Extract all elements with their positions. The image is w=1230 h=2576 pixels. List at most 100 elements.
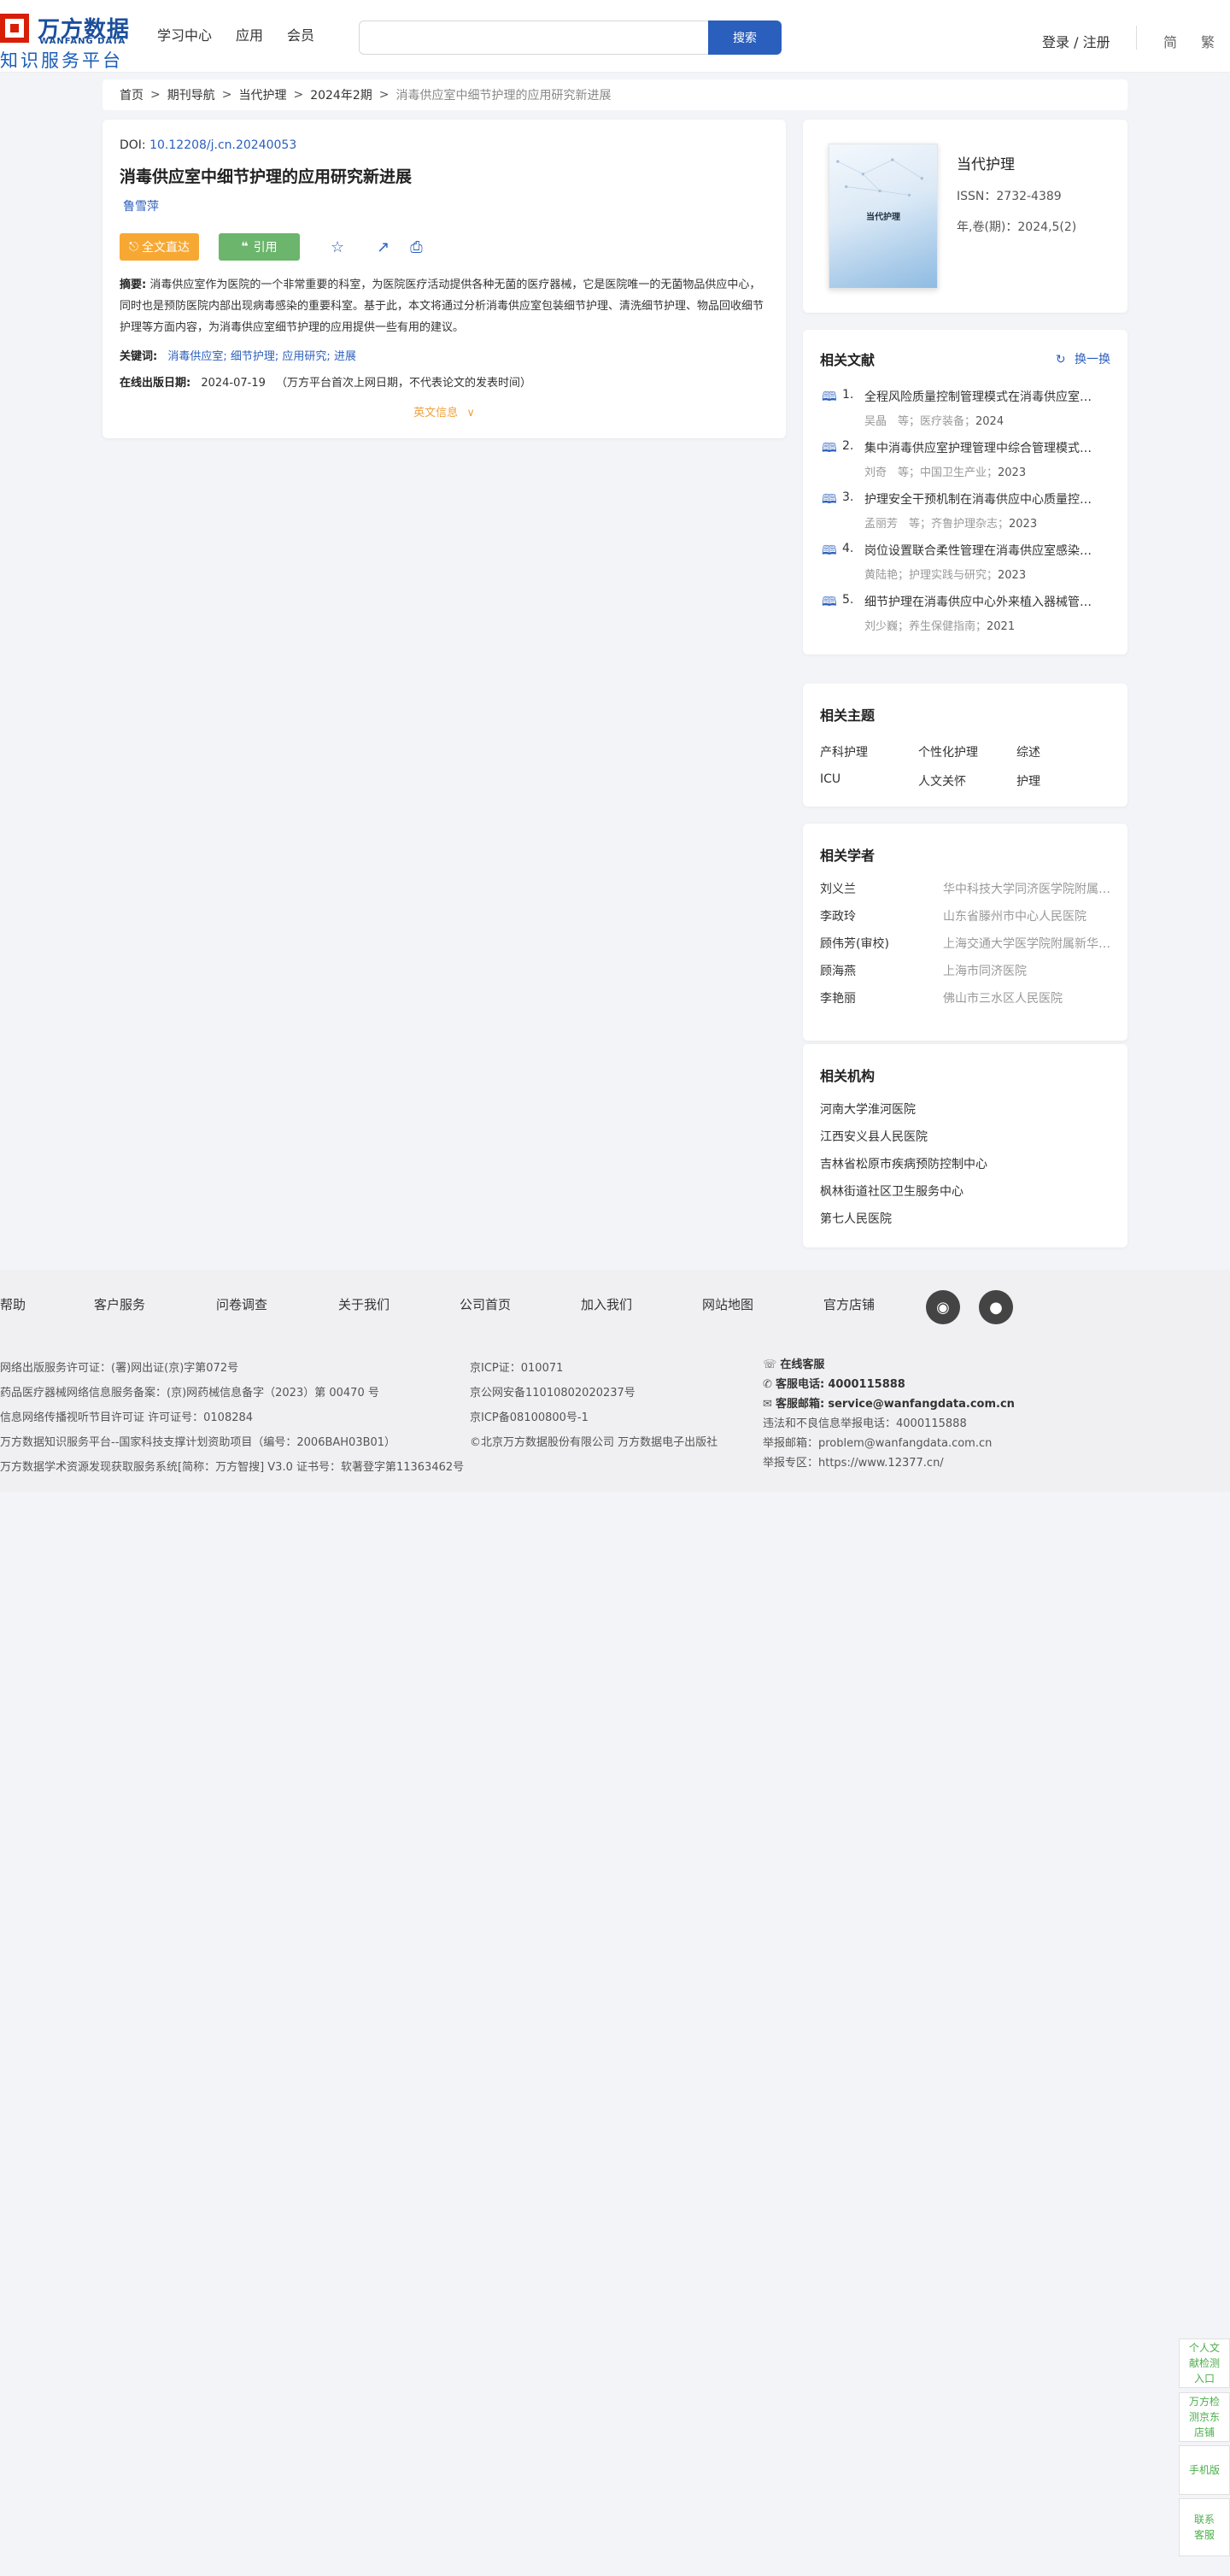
nav-learning-center[interactable]: 学习中心 [157, 24, 212, 44]
org-link[interactable]: 河南大学淮河医院 [820, 1100, 1110, 1128]
nav-membership[interactable]: 会员 [287, 24, 314, 44]
scholar-name[interactable]: 李艳丽 [820, 989, 943, 1017]
breadcrumb-separator: > [221, 88, 232, 102]
email-value[interactable]: service@wanfangdata.com.cn [828, 1398, 1015, 1411]
journal-name[interactable]: 当代护理 [957, 152, 1076, 173]
icp-line: ©北京万方数据股份有限公司 万方数据电子出版社 [470, 1436, 718, 1449]
ref-meta: 孟丽芳 等；齐鲁护理杂志；2023 [864, 514, 1110, 531]
footer-link-about[interactable]: 关于我们 [338, 1295, 460, 1313]
report-line[interactable]: 举报专区：https://www.12377.cn/ [763, 1453, 1015, 1473]
footer-link-company[interactable]: 公司首页 [460, 1295, 581, 1313]
list-item[interactable]: 🕮 3. 护理安全干预机制在消毒供应中心质量控制中的应用效果 孟丽芳 等；齐鲁护… [820, 490, 1110, 542]
list-item[interactable]: 🕮 2. 集中消毒供应室护理管理中综合管理模式的应用价值分析 刘奇 等；中国卫生… [820, 439, 1110, 490]
footer-link-store[interactable]: 官方店铺 [823, 1295, 909, 1313]
search-button[interactable]: 搜索 [708, 21, 782, 55]
lang-traditional[interactable]: 繁 [1201, 31, 1215, 51]
article-actions: ⎋ 全文直达 ❝ 引用 ☆ ↗ ⎙ [120, 233, 769, 261]
topic-link[interactable]: 护理 [1016, 772, 1115, 789]
keyword-link[interactable]: 细节护理; [231, 350, 278, 363]
swap-button[interactable]: ↻ 换一换 [1056, 350, 1110, 367]
email-line: ✉ 客服邮箱: service@wanfangdata.com.cn [763, 1394, 1015, 1414]
org-link[interactable]: 第七人民医院 [820, 1210, 1110, 1237]
list-item[interactable]: 🕮 5. 细节护理在消毒供应中心外来植入器械管理中的应用 刘少巍；养生保健指南；… [820, 593, 1110, 644]
float-contact[interactable]: 联系客服 [1179, 2498, 1230, 2556]
icp-line[interactable]: 京ICP证：010071 [470, 1356, 718, 1381]
topic-link[interactable]: 人文关怀 [918, 772, 1016, 789]
book-icon: 🕮 [822, 594, 837, 609]
doi-line: DOI: 10.12208/j.cn.20240053 [120, 138, 769, 152]
related-topics-card: 相关主题 产科护理 个性化护理 综述 ICU 人文关怀 护理 [803, 684, 1128, 807]
english-info-toggle[interactable]: 英文信息 ∨ [120, 403, 769, 420]
search-input[interactable] [360, 21, 709, 54]
keyword-link[interactable]: 消毒供应室; [167, 350, 226, 363]
online-service-link[interactable]: ☏ 在线客服 [763, 1355, 1015, 1375]
ref-source: 刘奇 等；中国卫生产业； [864, 466, 999, 479]
org-link[interactable]: 枫林街道社区卫生服务中心 [820, 1182, 1110, 1210]
breadcrumb-home[interactable]: 首页 [120, 86, 144, 103]
cover-title: 当代护理 [866, 213, 900, 222]
org-link[interactable]: 吉林省松原市疾病预防控制中心 [820, 1155, 1110, 1182]
keyword-link[interactable]: 进展 [334, 350, 356, 363]
keyword-link[interactable]: 应用研究; [282, 350, 330, 363]
ref-title[interactable]: 护理安全干预机制在消毒供应中心质量控制中的应用效果 [864, 490, 1102, 508]
print-icon[interactable]: ⎙ [410, 238, 422, 256]
fulltext-button[interactable]: ⎋ 全文直达 [120, 233, 199, 261]
nav-apps[interactable]: 应用 [236, 24, 263, 44]
logo-english: WANFANG DATA [39, 37, 126, 46]
scholar-name[interactable]: 顾伟芳(审校) [820, 935, 943, 962]
ref-title[interactable]: 全程风险质量控制管理模式在消毒供应室中的应用研究 [864, 388, 1102, 405]
author-link[interactable]: 鲁雪萍 [120, 197, 769, 214]
pubdate-value: 2024-07-19 [201, 377, 266, 390]
icp-line[interactable]: 京ICP备08100800号-1 [470, 1405, 718, 1430]
related-orgs-card: 相关机构 河南大学淮河医院 江西安义县人民医院 吉林省松原市疾病预防控制中心 枫… [803, 1044, 1128, 1247]
mail-icon: ✉ [763, 1398, 776, 1411]
social-links: ◉ ● [926, 1290, 1013, 1324]
related-topics-title: 相关主题 [820, 707, 876, 724]
favorite-star-icon[interactable]: ☆ [331, 238, 344, 256]
breadcrumb-journal[interactable]: 当代护理 [238, 86, 286, 103]
breadcrumb-issue[interactable]: 2024年2期 [310, 86, 372, 103]
scholar-name[interactable]: 顾海燕 [820, 962, 943, 989]
scholar-org: 山东省滕州市中心人民医院 [943, 910, 1086, 924]
float-mobile[interactable]: 手机版 [1179, 2445, 1230, 2495]
footer-link-help[interactable]: 帮助 [0, 1295, 94, 1313]
login-register-link[interactable]: 登录 / 注册 [1042, 31, 1110, 51]
scholar-name[interactable]: 刘义兰 [820, 880, 943, 907]
breadcrumb-journals[interactable]: 期刊导航 [167, 86, 215, 103]
wanfang-logo[interactable]: 万方数据 WANFANG DATA 知识服务平台 [0, 7, 137, 71]
float-detect-entry[interactable]: 个人文献检测入口 [1179, 2338, 1230, 2388]
journal-cover[interactable]: 当代护理 [829, 144, 938, 289]
ref-year: 2024 [975, 415, 1004, 428]
cite-button[interactable]: ❝ 引用 [219, 233, 300, 261]
topic-link[interactable]: 个性化护理 [918, 743, 1016, 760]
footer-link-survey[interactable]: 问卷调查 [216, 1295, 338, 1313]
wechat-icon[interactable]: ● [979, 1290, 1013, 1324]
related-orgs-title: 相关机构 [820, 1068, 876, 1084]
topic-link[interactable]: 综述 [1016, 743, 1115, 760]
topic-link[interactable]: 产科护理 [820, 743, 918, 760]
report-line: 举报邮箱：problem@wanfangdata.com.cn [763, 1437, 993, 1450]
share-icon[interactable]: ↗ [377, 238, 390, 256]
list-item[interactable]: 🕮 1. 全程风险质量控制管理模式在消毒供应室中的应用研究 吴晶 等；医疗装备；… [820, 388, 1110, 439]
topic-link[interactable]: ICU [820, 772, 918, 789]
breadcrumb-separator: > [293, 88, 304, 102]
ref-title[interactable]: 集中消毒供应室护理管理中综合管理模式的应用价值分析 [864, 439, 1102, 456]
footer-link-sitemap[interactable]: 网站地图 [702, 1295, 823, 1313]
license-line: 万方数据学术资源发现获取服务系统[简称：万方智搜] V3.0 证书号：软著登字第… [0, 1461, 465, 1474]
doi-link[interactable]: 10.12208/j.cn.20240053 [149, 138, 296, 152]
float-jd-store[interactable]: 万方检测京东店铺 [1179, 2392, 1230, 2442]
ref-title[interactable]: 细节护理在消毒供应中心外来植入器械管理中的应用 [864, 593, 1102, 610]
footer-link-service[interactable]: 客户服务 [94, 1295, 216, 1313]
weibo-icon[interactable]: ◉ [926, 1290, 960, 1324]
ref-number: 5. [842, 593, 854, 607]
list-item[interactable]: 🕮 4. 岗位设置联合柔性管理在消毒供应室感染防控中的应用 黄陆艳；护理实践与研… [820, 542, 1110, 593]
org-link[interactable]: 江西安义县人民医院 [820, 1128, 1110, 1155]
scholar-name[interactable]: 李政玲 [820, 907, 943, 935]
lang-simplified[interactable]: 简 [1163, 31, 1177, 51]
book-icon: 🕮 [822, 543, 837, 558]
icp-line[interactable]: 京公网安备11010802020237号 [470, 1381, 718, 1405]
ref-title[interactable]: 岗位设置联合柔性管理在消毒供应室感染防控中的应用 [864, 542, 1102, 559]
footer-link-join[interactable]: 加入我们 [581, 1295, 702, 1313]
chevron-down-icon: ∨ [466, 407, 475, 420]
swap-label: 换一换 [1075, 353, 1110, 367]
